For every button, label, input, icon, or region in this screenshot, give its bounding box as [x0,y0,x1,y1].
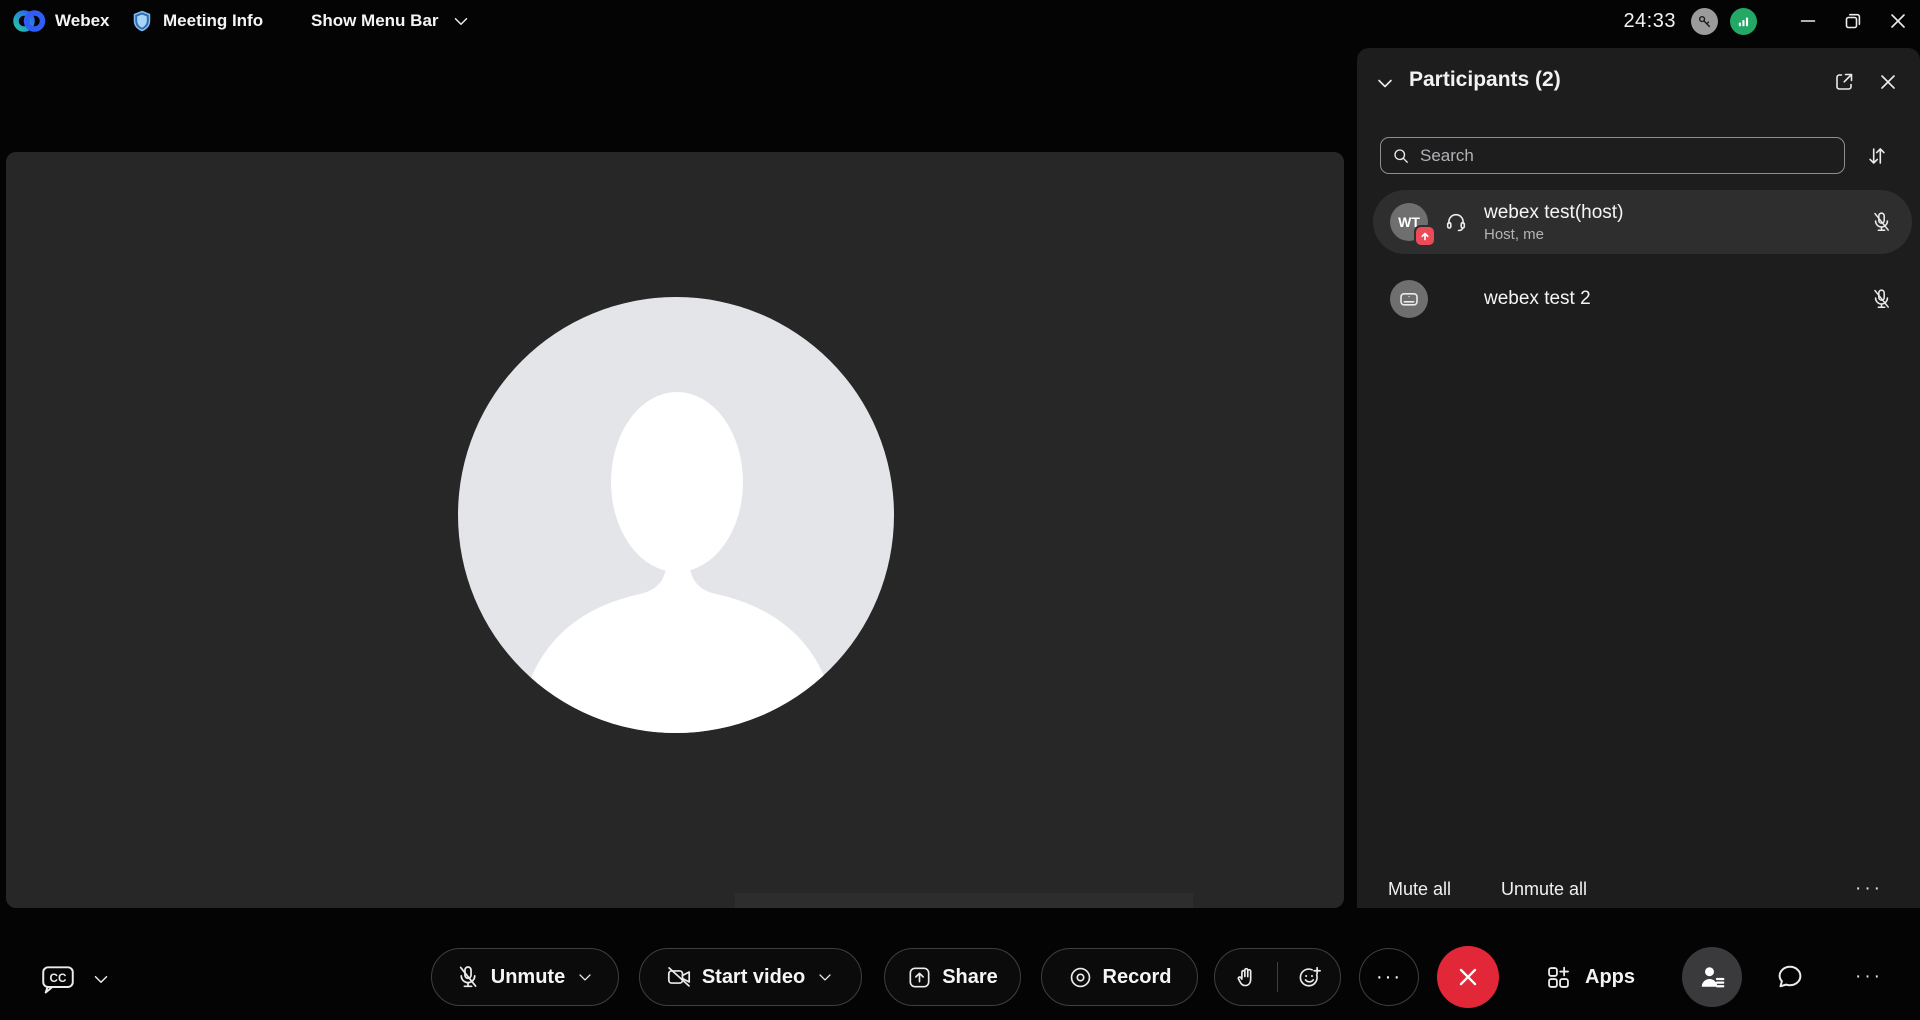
apps-button[interactable]: Apps [1545,955,1635,999]
unmute-label: Unmute [491,966,565,989]
reactions-group [1214,948,1341,1006]
participant-avatar-placeholder [458,297,894,733]
mic-muted-icon[interactable] [1870,211,1893,234]
avatar: WT [1390,203,1428,241]
minimize-button[interactable] [1785,0,1830,42]
reactions-button[interactable] [1278,949,1340,1005]
apps-label: Apps [1585,966,1635,989]
record-label: Record [1103,966,1172,989]
participant-row[interactable]: webex test 2 [1373,267,1912,331]
participants-title: Participants (2) [1409,68,1561,92]
chevron-down-icon[interactable] [575,967,595,987]
restore-button[interactable] [1830,0,1875,42]
participants-panel: Participants (2) [1357,48,1920,928]
raise-hand-button[interactable] [1215,949,1277,1005]
mic-muted-icon[interactable] [1870,288,1893,311]
camera-off-icon [666,964,692,990]
start-video-button[interactable]: Start video [639,948,862,1006]
participant-role: Host, me [1484,226,1623,243]
share-icon [907,965,932,990]
participant-name: webex test 2 [1484,288,1591,310]
mic-muted-icon [455,964,481,990]
participant-search-input[interactable] [1380,137,1845,174]
meeting-timer: 24:33 [1623,10,1676,33]
control-bar: CC Unmute [0,908,1920,1020]
collapse-panel-button[interactable] [1371,70,1399,96]
brand: Webex [12,0,110,42]
record-button[interactable]: Record [1041,948,1198,1006]
show-menu-bar-label: Show Menu Bar [311,11,439,31]
unmute-button[interactable]: Unmute [431,948,619,1006]
panel-more-button[interactable]: ··· [1855,874,1895,904]
stage-bottom-strip [735,893,1193,908]
unmute-all-button[interactable]: Unmute all [1501,874,1587,904]
start-video-label: Start video [702,966,805,989]
more-panels-button[interactable]: ··· [1845,955,1893,999]
key-icon[interactable] [1691,8,1718,35]
participants-panel-header: Participants (2) [1357,48,1920,114]
apps-icon [1545,964,1572,991]
chevron-down-icon [450,10,472,32]
participant-row-host[interactable]: WT webex test(host) Host, me [1373,190,1912,254]
popout-panel-button[interactable] [1829,68,1859,96]
video-stage [6,152,1344,908]
headset-icon [1428,203,1484,241]
close-panel-button[interactable] [1873,68,1903,96]
more-options-button[interactable]: ··· [1359,948,1419,1006]
close-window-button[interactable] [1875,0,1920,42]
cc-label: CC [50,972,67,985]
show-menu-bar-button[interactable]: Show Menu Bar [311,0,472,42]
meeting-info-button[interactable]: Meeting Info [130,0,263,42]
title-bar: Webex Meeting Info Show Menu Bar 24:33 [0,0,1920,42]
app-title: Webex [55,11,110,31]
participant-name: webex test(host) [1484,202,1623,224]
record-icon [1068,965,1093,990]
captions-chevron-button[interactable] [86,966,116,992]
share-label: Share [942,966,998,989]
meeting-info-label: Meeting Info [163,11,263,31]
participants-toggle-button[interactable] [1682,947,1742,1007]
webex-logo-icon [12,8,46,34]
closed-captions-button[interactable]: CC [38,961,78,997]
chevron-down-icon[interactable] [815,967,835,987]
leave-meeting-button[interactable] [1437,946,1499,1008]
share-button[interactable]: Share [884,948,1021,1006]
device-avatar [1390,280,1428,318]
shield-icon [130,9,154,33]
chat-button[interactable] [1764,951,1816,1003]
presenter-badge-icon [1414,225,1436,247]
mute-all-button[interactable]: Mute all [1388,874,1451,904]
network-quality-icon[interactable] [1730,8,1757,35]
sort-participants-button[interactable] [1860,141,1894,171]
